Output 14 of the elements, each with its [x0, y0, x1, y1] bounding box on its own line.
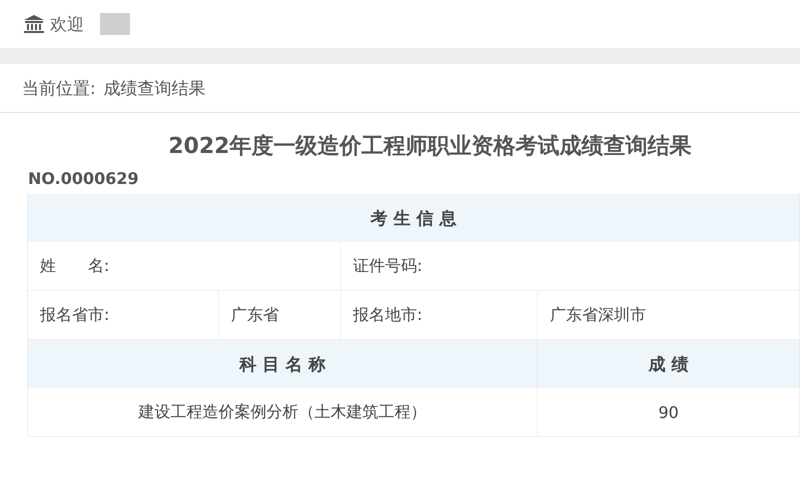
record-number: NO.0000629 [27, 168, 140, 190]
field-label: 姓 名: [40, 256, 110, 276]
column-header: 成 绩 [538, 340, 800, 388]
redaction-block [100, 13, 130, 35]
table-cell: 建设工程造价案例分析（土木建筑工程） [28, 388, 538, 437]
section-heading: 考 生 信 息 [28, 194, 800, 242]
welcome-text: 欢迎 [50, 14, 84, 36]
table-cell: 90 [538, 388, 800, 437]
page-title: 2022年度一级造价工程师职业资格考试成绩查询结果 [167, 132, 693, 161]
breadcrumb-current: 成绩查询结果 [104, 78, 206, 100]
column-header: 科 目 名 称 [28, 340, 538, 388]
field-label: 证件号码: [353, 256, 422, 276]
breadcrumb-label: 当前位置: [22, 78, 96, 100]
bank-icon [24, 15, 44, 33]
